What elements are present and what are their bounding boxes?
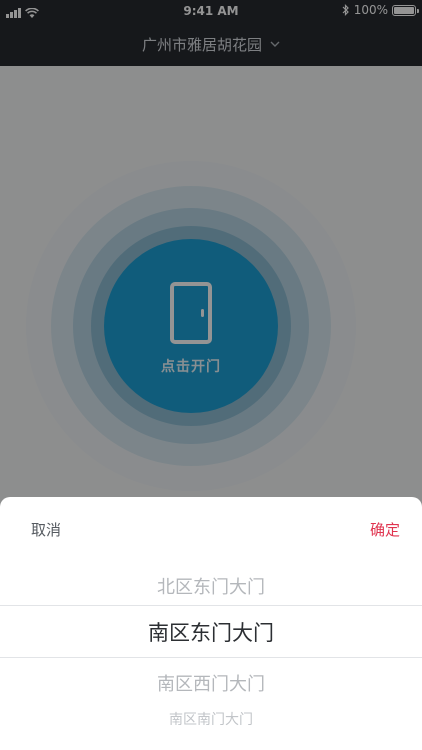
confirm-button[interactable]: 确定: [370, 519, 400, 540]
picker-option[interactable]: 北区东门大门: [0, 573, 422, 599]
selection-divider-bottom: [0, 657, 422, 658]
gate-picker-sheet: 取消 确定 北区东门大门 南区东门大门 南区西门大门 南区南门大门: [0, 497, 422, 750]
selection-divider-top: [0, 605, 422, 606]
gate-picker-wheel[interactable]: 北区东门大门 南区东门大门 南区西门大门 南区南门大门: [0, 557, 422, 750]
picker-option[interactable]: 南区南门大门: [0, 709, 422, 729]
picker-option-selected[interactable]: 南区东门大门: [0, 617, 422, 647]
cancel-button[interactable]: 取消: [31, 519, 61, 540]
picker-option[interactable]: 南区西门大门: [0, 670, 422, 696]
